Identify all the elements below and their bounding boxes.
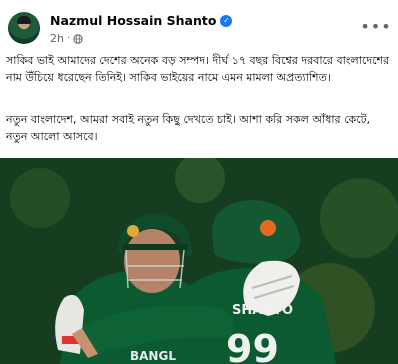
jersey-number: 99 [226, 327, 279, 364]
post-text-paragraph-1: সাকিব ভাই আমাদের দেশের অনেক বড় সম্পদ। দ… [6, 54, 390, 84]
post-timestamp[interactable]: 2h [50, 32, 64, 45]
post-photo[interactable]: SHANTO 99 BANGL [0, 158, 398, 364]
post-meta: 2h · [50, 32, 83, 45]
post-header: Nazmul Hossain Shanto ✓ 2h · ••• [8, 10, 391, 50]
author-name-row: Nazmul Hossain Shanto ✓ [50, 13, 233, 28]
facebook-post: Nazmul Hossain Shanto ✓ 2h · ••• সাকিব ভ… [0, 0, 398, 364]
jersey-name: SHANTO [232, 303, 293, 318]
left-player-face [124, 229, 180, 293]
more-options-icon[interactable]: ••• [360, 16, 390, 36]
meta-separator: · [66, 33, 71, 44]
author-name[interactable]: Nazmul Hossain Shanto [50, 13, 216, 28]
globe-icon [73, 33, 83, 44]
verified-badge-icon: ✓ [220, 14, 233, 27]
author-avatar[interactable] [8, 12, 40, 44]
post-text-paragraph-2: নতুন বাংলাদেশ, আমরা সবাই নতুন কিছু দেখতে… [6, 113, 371, 143]
photo-illustration: SHANTO 99 BANGL [0, 158, 398, 364]
jersey-text-left: BANGL [130, 349, 176, 363]
